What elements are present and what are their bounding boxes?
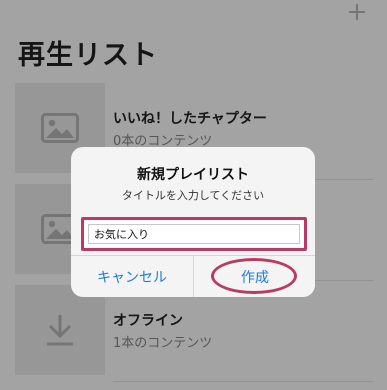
new-playlist-dialog: 新規プレイリスト タイトルを入力してください キャンセル 作成 [71, 147, 315, 297]
cancel-button[interactable]: キャンセル [71, 256, 193, 297]
dialog-message: タイトルを入力してください [121, 189, 265, 202]
dialog-title: 新規プレイリスト [137, 167, 249, 183]
input-highlight-frame [81, 217, 307, 251]
playlist-title-input[interactable] [88, 224, 300, 244]
create-highlight-ring [211, 258, 297, 294]
